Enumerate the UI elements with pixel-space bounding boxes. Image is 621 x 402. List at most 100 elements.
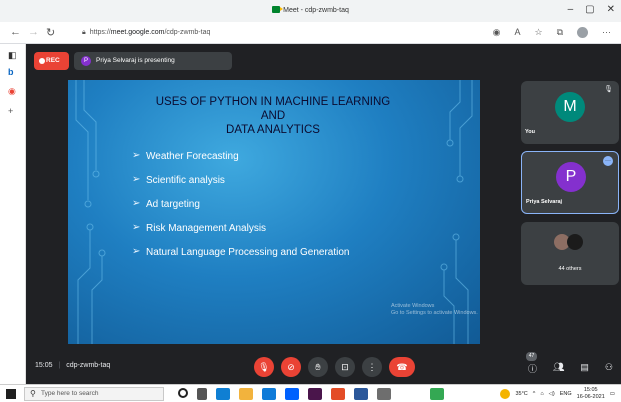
slide-title-line-2: AND [260, 110, 286, 122]
weather-icon[interactable] [500, 388, 511, 399]
meeting-details: 15:05 | cdp-zwmb-taq [35, 362, 111, 369]
reload-icon[interactable]: ↻ [46, 26, 55, 39]
participant-tile-others[interactable]: 44 others [521, 222, 619, 285]
slide-bullet: Weather Forecasting [132, 150, 349, 175]
slide-title-line-1: USES OF PYTHON IN MACHINE LEARNING [155, 96, 391, 108]
others-count: 44 others [558, 266, 582, 272]
participant-count-badge: 47 [526, 352, 537, 361]
presenting-text: Priya Selvaraj is presenting [96, 57, 175, 64]
windows-start-icon[interactable] [6, 389, 16, 399]
tab-title-text: Meet - cdp-zwmb-taq [283, 7, 349, 14]
activate-windows-watermark: Activate Windows Go to Settings to activ… [391, 303, 478, 317]
info-icon[interactable]: ⓘ [528, 362, 537, 375]
meet-stage: REC P Priya Selvaraj is presenting USES … [26, 44, 621, 384]
slide-title-line-3: DATA ANALYTICS [226, 124, 320, 136]
back-arrow-icon[interactable]: ← [10, 26, 21, 38]
settings-gear-icon[interactable] [377, 388, 391, 400]
windows-taskbar: Type here to search 35°C ^ ⌂ ◁) ENG 15:0… [0, 384, 621, 402]
add-icon[interactable]: + [8, 106, 13, 116]
address-bar-row: ← → ↻ 🔒︎ https://meet.google.com/cdp-zwmb… [0, 22, 621, 44]
tab-title[interactable]: Meet - cdp-zwmb-taq [0, 6, 621, 14]
recording-indicator: REC [34, 52, 69, 70]
taskbar-clock[interactable]: 15:05 16-06-2021 [577, 387, 605, 400]
taskbar-pinned-apps [178, 388, 444, 400]
volume-icon[interactable]: ◁) [549, 391, 555, 397]
people-icon[interactable]: 👥︎ [553, 362, 564, 375]
edge-browser-icon[interactable] [216, 388, 230, 400]
store-icon[interactable] [262, 388, 276, 400]
meeting-code: cdp-zwmb-taq [66, 362, 111, 369]
url-field[interactable]: 🔒︎ https://meet.google.com/cdp-zwmb-taq [72, 25, 492, 41]
word-icon[interactable] [354, 388, 368, 400]
task-view-icon[interactable] [197, 388, 207, 400]
slide-bullet-list: Weather Forecasting Scientific analysis … [132, 150, 349, 271]
slide-bullet: Ad targeting [132, 198, 349, 223]
avatar: P [556, 162, 586, 192]
file-explorer-icon[interactable] [239, 388, 253, 400]
recording-extension-icon[interactable]: ◉ [8, 86, 16, 97]
participant-tile-self[interactable]: 🎙︎ M You [521, 81, 619, 144]
mic-off-icon: 🎙︎ [604, 86, 613, 93]
browser-title-bar: Meet - cdp-zwmb-taq – ▢ ✕ [0, 0, 621, 22]
more-menu-icon[interactable]: ··· [602, 27, 611, 38]
side-panel-controls: ⓘ 👥︎ ▤ ⚇ [528, 362, 613, 375]
network-icon[interactable]: ⌂ [540, 391, 543, 397]
participant-tile-presenter[interactable]: ··· P Priya Selvaraj [521, 151, 619, 214]
presentation-slide: USES OF PYTHON IN MACHINE LEARNING AND D… [68, 80, 480, 344]
presenting-banner: P Priya Selvaraj is presenting [74, 52, 232, 70]
language-indicator[interactable]: ENG [560, 391, 572, 397]
slide-bullet: Scientific analysis [132, 174, 349, 199]
participant-name: Priya Selvaraj [526, 199, 563, 205]
more-options-icon[interactable]: ··· [603, 156, 613, 166]
meeting-time: 15:05 [35, 362, 53, 369]
slack-icon[interactable] [308, 388, 322, 400]
forward-arrow-icon[interactable]: → [28, 26, 39, 38]
system-tray: 35°C ^ ⌂ ◁) ENG 15:05 16-06-2021 ▭ [500, 387, 615, 400]
tab-actions-icon[interactable]: ◧ [8, 50, 17, 61]
notifications-icon[interactable]: ▭ [610, 391, 615, 397]
url-prefix: https:// [89, 29, 111, 36]
raise-hand-button[interactable]: ✋︎ [308, 357, 328, 377]
taskbar-search-field[interactable]: Type here to search [24, 387, 164, 401]
url-path: /cdp-zwmb-taq [164, 29, 211, 36]
cortana-icon[interactable] [178, 388, 188, 398]
slide-bullet: Natural Language Processing and Generati… [132, 246, 349, 271]
lock-icon: 🔒︎ [82, 29, 86, 36]
temperature: 35°C [515, 390, 528, 397]
presenter-avatar: P [81, 56, 91, 66]
url-host: meet.google.com [110, 29, 165, 36]
camera-icon[interactable]: ◉ [493, 27, 501, 38]
maximize-button[interactable]: ▢ [585, 4, 594, 15]
favorite-star-icon[interactable]: ☆ [534, 27, 542, 38]
clock-date: 16-06-2021 [576, 393, 605, 400]
slide-bullet: Risk Management Analysis [132, 222, 349, 247]
avatar: M [555, 92, 585, 122]
rec-label: REC [46, 57, 60, 64]
chevron-up-icon[interactable]: ^ [533, 391, 536, 397]
meet-favicon-icon [272, 6, 284, 13]
minimize-button[interactable]: – [568, 4, 574, 15]
chrome-icon[interactable] [430, 388, 444, 400]
camera-toggle-button[interactable]: ⊘ [281, 357, 301, 377]
call-controls: 🎙︎ ⊘ ✋︎ ⊡ ⋮ ☎︎ [254, 357, 415, 377]
participant-name: You [525, 129, 535, 135]
present-screen-button[interactable]: ⊡ [335, 357, 355, 377]
close-window-button[interactable]: ✕ [607, 4, 615, 15]
avatar [567, 234, 583, 250]
app-icon[interactable] [331, 388, 345, 400]
dropbox-icon[interactable] [285, 388, 299, 400]
chat-icon[interactable]: ▤ [580, 362, 589, 375]
meet-control-bar: 15:05 | cdp-zwmb-taq 🎙︎ ⊘ ✋︎ ⊡ ⋮ ☎︎ 47 ⓘ… [26, 350, 621, 384]
profile-avatar[interactable] [577, 27, 588, 38]
collections-icon[interactable]: ⧉ [557, 27, 563, 38]
watermark-line-2: Go to Settings to activate Windows. [391, 310, 478, 316]
more-options-button[interactable]: ⋮ [362, 357, 382, 377]
browser-toolbar-icons: ◉ A ☆ ⧉ ··· [493, 27, 611, 38]
bing-icon[interactable]: b [8, 67, 14, 77]
window-controls: – ▢ ✕ [568, 4, 615, 15]
watermark-line-1: Activate Windows [391, 303, 435, 309]
read-aloud-icon[interactable]: A [514, 27, 520, 38]
leave-call-button[interactable]: ☎︎ [389, 357, 415, 377]
activities-icon[interactable]: ⚇ [605, 362, 613, 375]
microphone-toggle-button[interactable]: 🎙︎ [254, 357, 274, 377]
